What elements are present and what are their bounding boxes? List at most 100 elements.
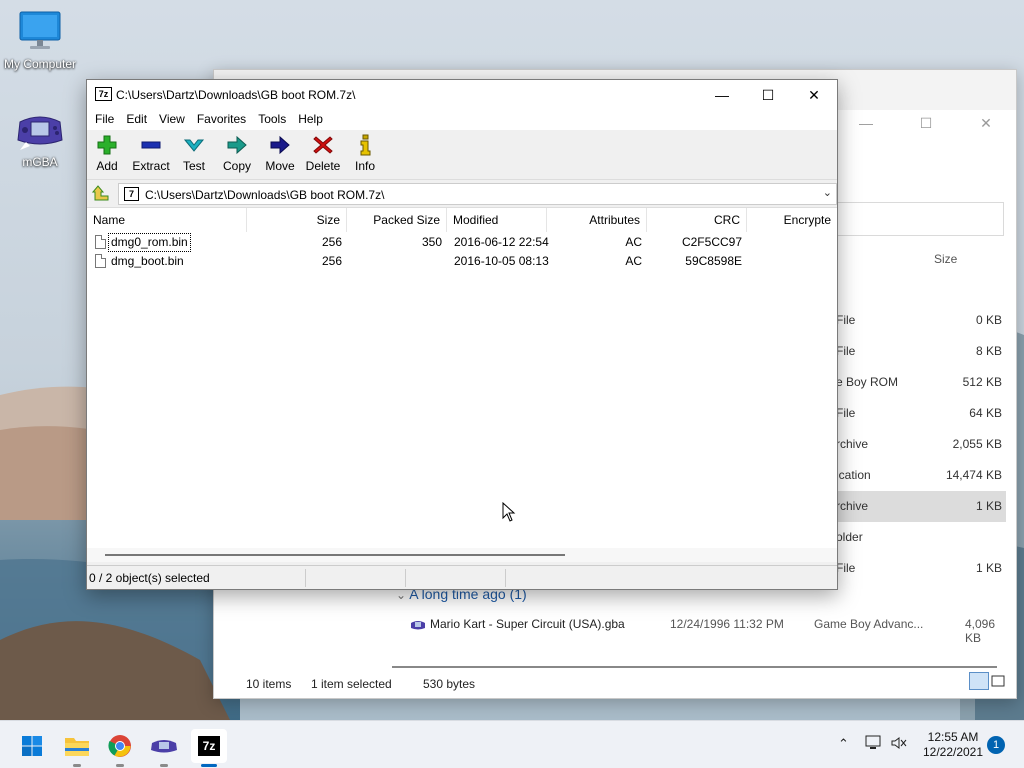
menu-help[interactable]: Help: [292, 110, 329, 130]
mouse-cursor-icon: [502, 501, 516, 525]
file-modified: 2016-10-05 08:13: [454, 254, 549, 268]
notification-badge[interactable]: 1: [987, 736, 1005, 754]
status-divider: [405, 569, 406, 587]
monitor-icon: [0, 10, 80, 55]
column-encrypted[interactable]: Encrypte: [747, 208, 837, 232]
explorer-search-input[interactable]: [834, 202, 1004, 236]
7z-icon-label: 7z: [202, 739, 216, 753]
desktop-icon-label: My Computer: [3, 57, 77, 71]
file-size: 8 KB: [975, 344, 1002, 358]
delete-label: Delete: [305, 159, 341, 173]
clock-date: 12/22/2021: [922, 745, 984, 759]
taskbar-file-explorer[interactable]: [59, 729, 95, 767]
list-item[interactable]: File 64 KB: [836, 398, 1006, 429]
explorer-file-list: File 0 KB File 8 KB e Boy ROM 512 KB File 64…: [836, 305, 1006, 584]
extract-button[interactable]: Extract: [129, 134, 173, 173]
file-size: 64 KB: [969, 406, 1002, 420]
horizontal-scrollbar[interactable]: [87, 548, 837, 562]
explorer-minimize-button[interactable]: —: [836, 108, 896, 138]
delete-icon: [313, 136, 333, 154]
file-size: 2,055 KB: [952, 437, 1002, 451]
desktop-icon-my-computer[interactable]: My Computer: [0, 10, 80, 71]
file-size: 14,474 KB: [945, 468, 1002, 482]
explorer-status-bar: 10 items 1 item selected 530 bytes: [214, 672, 1016, 698]
move-button[interactable]: Move: [258, 134, 302, 173]
test-button[interactable]: Test: [172, 134, 216, 173]
test-icon: [183, 139, 205, 152]
column-name[interactable]: Name: [87, 208, 247, 232]
active-indicator: [201, 764, 217, 767]
column-size[interactable]: Size: [247, 208, 347, 232]
list-item[interactable]: older: [836, 522, 1006, 553]
taskbar-chrome[interactable]: [102, 729, 138, 767]
status-bytes: 530 bytes: [423, 677, 476, 691]
explorer-file-row[interactable]: Mario Kart - Super Circuit (USA).gba 12/…: [410, 617, 1010, 645]
menu-view[interactable]: View: [153, 110, 191, 130]
running-indicator: [116, 764, 124, 767]
address-path: C:\Users\Dartz\Downloads\GB boot ROM.7z\: [145, 188, 385, 202]
volume-muted-icon[interactable]: [890, 735, 908, 754]
close-button[interactable]: ✕: [791, 80, 837, 110]
menu-edit[interactable]: Edit: [120, 110, 153, 130]
archive-file-list: Name Size Packed Size Modified Attribute…: [87, 207, 837, 561]
start-button[interactable]: [14, 729, 50, 763]
file-crc: 59C8598E: [685, 254, 742, 268]
maximize-button[interactable]: ☐: [745, 80, 791, 110]
column-attributes[interactable]: Attributes: [547, 208, 647, 232]
explorer-column-size[interactable]: Size: [934, 252, 957, 266]
table-row[interactable]: dmg_boot.bin 256 2016-10-05 08:13 AC 59C…: [87, 252, 837, 271]
7zip-window[interactable]: 7z C:\Users\Dartz\Downloads\GB boot ROM.…: [86, 79, 838, 590]
list-item[interactable]: rchive 2,055 KB: [836, 429, 1006, 460]
file-type: rchive: [836, 437, 869, 451]
taskbar-mgba[interactable]: [146, 729, 182, 767]
file-type: older: [836, 530, 863, 544]
file-type: e Boy ROM: [836, 375, 899, 389]
info-icon: [360, 134, 371, 156]
list-item-selected[interactable]: rchive 1 KB: [836, 491, 1006, 522]
menu-file[interactable]: File: [89, 110, 120, 130]
table-row[interactable]: dmg0_rom.bin 256 350 2016-06-12 22:54 AC…: [87, 233, 837, 252]
tiles-view-button[interactable]: [991, 672, 1011, 690]
network-icon[interactable]: [864, 735, 882, 754]
file-crc: C2F5CC97: [681, 235, 742, 249]
column-modified[interactable]: Modified: [447, 208, 547, 232]
window-title: C:\Users\Dartz\Downloads\GB boot ROM.7z\: [116, 88, 356, 102]
menu-favorites[interactable]: Favorites: [191, 110, 252, 130]
folder-up-icon[interactable]: [91, 184, 110, 205]
details-view-button[interactable]: [969, 672, 989, 690]
chevron-up-icon[interactable]: ⌃: [838, 736, 849, 752]
list-item[interactable]: e Boy ROM 512 KB: [836, 367, 1006, 398]
scrollbar-thumb[interactable]: [105, 554, 565, 556]
delete-button[interactable]: Delete: [301, 134, 345, 173]
file-size: 0 KB: [975, 313, 1002, 327]
copy-button[interactable]: Copy: [215, 134, 259, 173]
taskbar: 7z ⌃ 12:55 AM 12/22/2021 1: [0, 720, 1024, 768]
system-clock[interactable]: 12:55 AM 12/22/2021: [918, 730, 988, 760]
taskbar-7zip[interactable]: 7z: [191, 729, 227, 767]
tiles-icon: [991, 675, 1005, 687]
list-item[interactable]: File 8 KB: [836, 336, 1006, 367]
add-button[interactable]: Add: [85, 134, 129, 173]
running-indicator: [73, 764, 81, 767]
info-button[interactable]: Info: [343, 134, 387, 173]
chevron-down-icon[interactable]: ⌄: [823, 186, 832, 199]
move-icon: [270, 135, 290, 155]
list-item[interactable]: File 0 KB: [836, 305, 1006, 336]
status-selected: 1 item selected: [311, 677, 392, 691]
file-size: 1 KB: [975, 499, 1002, 513]
file-attributes: AC: [625, 235, 642, 249]
minimize-button[interactable]: —: [699, 80, 745, 110]
add-icon: [97, 135, 117, 155]
list-item[interactable]: File 1 KB: [836, 553, 1006, 584]
menu-tools[interactable]: Tools: [252, 110, 292, 130]
address-input[interactable]: 7 C:\Users\Dartz\Downloads\GB boot ROM.7…: [118, 183, 837, 205]
column-packed-size[interactable]: Packed Size: [347, 208, 447, 232]
explorer-horizontal-scrollbar[interactable]: [392, 666, 997, 668]
7zip-titlebar[interactable]: 7z C:\Users\Dartz\Downloads\GB boot ROM.…: [87, 80, 837, 110]
explorer-maximize-button[interactable]: ☐: [896, 108, 956, 138]
column-crc[interactable]: CRC: [647, 208, 747, 232]
explorer-close-button[interactable]: ✕: [956, 108, 1016, 138]
file-type: File: [836, 406, 856, 420]
list-item[interactable]: ication 14,474 KB: [836, 460, 1006, 491]
desktop-icon-mgba[interactable]: mGBA: [0, 110, 80, 169]
